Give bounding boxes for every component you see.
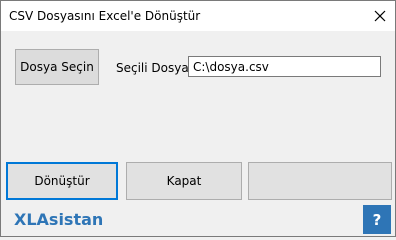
help-button[interactable]: ?	[363, 205, 391, 234]
convert-button[interactable]: Dönüştür	[6, 162, 118, 200]
close-icon	[374, 10, 386, 22]
selected-file-field[interactable]	[188, 56, 381, 77]
close-button[interactable]: Kapat	[126, 162, 242, 200]
title-bar: CSV Dosyasını Excel'e Dönüştür	[1, 1, 395, 31]
brand-logo-text: XLAsistan	[14, 210, 104, 229]
select-file-button[interactable]: Dosya Seçin	[15, 49, 99, 85]
dialog-window: CSV Dosyasını Excel'e Dönüştür Dosya Seç…	[0, 0, 396, 237]
footer-bar: XLAsistan ?	[1, 202, 395, 236]
close-window-button[interactable]	[365, 1, 395, 31]
selected-file-label: Seçili Dosya:	[116, 61, 193, 75]
window-title: CSV Dosyasını Excel'e Dönüştür	[9, 9, 201, 23]
empty-button[interactable]	[248, 162, 392, 200]
